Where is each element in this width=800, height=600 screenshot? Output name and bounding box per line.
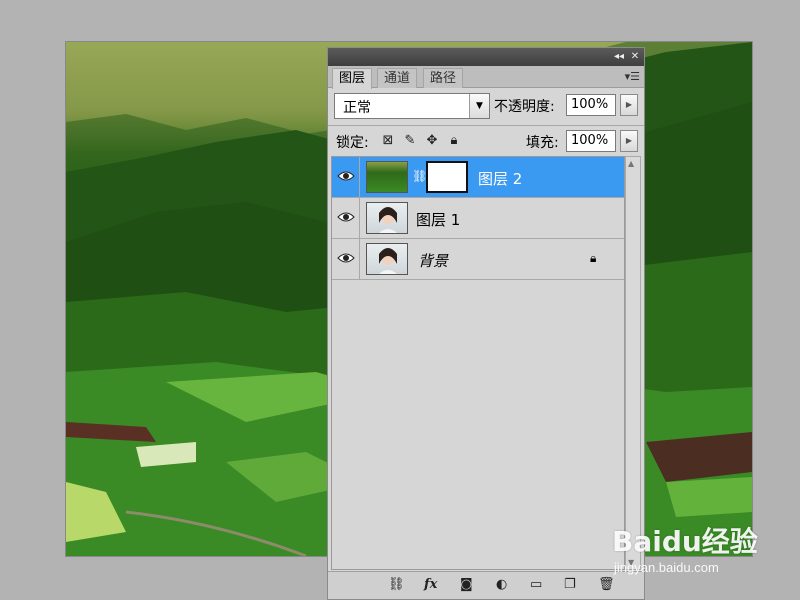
mask-link-icon[interactable]: ⛓ — [412, 169, 427, 183]
panel-bottom-toolbar: ⛓ fx ◙ ◐ ▭ ❐ 🗑︎ — [328, 571, 644, 599]
divider — [328, 125, 644, 126]
layer-name[interactable]: 图层 2 — [478, 168, 522, 189]
lock-fill-row: 锁定: ⊠ ✎ ✥ 🔒︎ 填充: 100% ▶ — [328, 129, 644, 153]
layer-row-1[interactable]: 图层 1 — [332, 198, 624, 239]
chevron-down-icon[interactable]: ▼ — [469, 94, 489, 118]
layer-thumbnail[interactable] — [366, 202, 408, 234]
fill-label: 填充: — [526, 135, 559, 151]
layer-mask-thumbnail[interactable] — [426, 161, 468, 193]
layers-list: ⛓ 图层 2 图层 1 背景 🔒︎ — [331, 156, 625, 570]
layer-thumbnail[interactable] — [366, 161, 408, 193]
close-icon[interactable]: ✕ — [628, 50, 642, 63]
tab-channels[interactable]: 通道 — [377, 68, 418, 88]
opacity-label: 不透明度: — [494, 99, 555, 115]
layers-panel: ◂◂ ✕ 图层 通道 路径 ▾☰ 正常 ▼ 不透明度: 100% ▶ 锁定: ⊠… — [327, 47, 645, 600]
layer-row-2[interactable]: ⛓ 图层 2 — [332, 157, 624, 198]
brush-lock-icon[interactable]: ✎ — [402, 133, 418, 149]
blend-opacity-row: 正常 ▼ 不透明度: 100% ▶ — [328, 89, 644, 123]
move-lock-icon[interactable]: ✥ — [424, 133, 440, 149]
link-icon[interactable]: ⛓ — [388, 577, 405, 592]
panel-menu-icon[interactable]: ▾☰ — [625, 70, 640, 83]
fill-input[interactable]: 100% — [566, 130, 616, 152]
fill-slider-icon[interactable]: ▶ — [620, 130, 638, 152]
lock-label: 锁定: — [336, 135, 369, 151]
panel-titlebar[interactable]: ◂◂ ✕ — [328, 48, 644, 66]
blend-mode-value: 正常 — [343, 100, 371, 116]
tab-layers[interactable]: 图层 — [332, 68, 373, 89]
trash-icon[interactable]: 🗑︎ — [598, 577, 615, 592]
layer-name[interactable]: 图层 1 — [416, 209, 460, 230]
panel-tabs: 图层 通道 路径 ▾☰ — [328, 66, 644, 89]
eye-icon[interactable] — [332, 239, 360, 279]
padlock-icon: 🔒︎ — [590, 251, 597, 265]
opacity-slider-icon[interactable]: ▶ — [620, 94, 638, 116]
eye-icon[interactable] — [332, 198, 360, 238]
layers-scrollbar[interactable]: ▲ ▼ — [625, 156, 641, 570]
tab-paths[interactable]: 路径 — [423, 68, 464, 88]
mask-icon[interactable]: ◙ — [460, 577, 473, 592]
adjustment-icon[interactable]: ◐ — [496, 577, 507, 592]
fx-icon[interactable]: fx — [424, 577, 437, 592]
eye-icon[interactable] — [332, 157, 360, 197]
layer-row-background[interactable]: 背景 🔒︎ — [332, 239, 624, 280]
padlock-icon[interactable]: 🔒︎ — [446, 133, 462, 149]
transparency-lock-icon[interactable]: ⊠ — [380, 133, 396, 149]
blend-mode-dropdown[interactable]: 正常 ▼ — [334, 93, 490, 119]
new-layer-icon[interactable]: ❐ — [564, 577, 576, 592]
opacity-input[interactable]: 100% — [566, 94, 616, 116]
scroll-up-icon[interactable]: ▲ — [628, 159, 634, 168]
folder-icon[interactable]: ▭ — [530, 577, 542, 592]
scroll-down-icon[interactable]: ▼ — [628, 558, 634, 567]
layer-thumbnail[interactable] — [366, 243, 408, 275]
layer-name[interactable]: 背景 — [418, 250, 448, 271]
collapse-icon[interactable]: ◂◂ — [612, 50, 626, 63]
